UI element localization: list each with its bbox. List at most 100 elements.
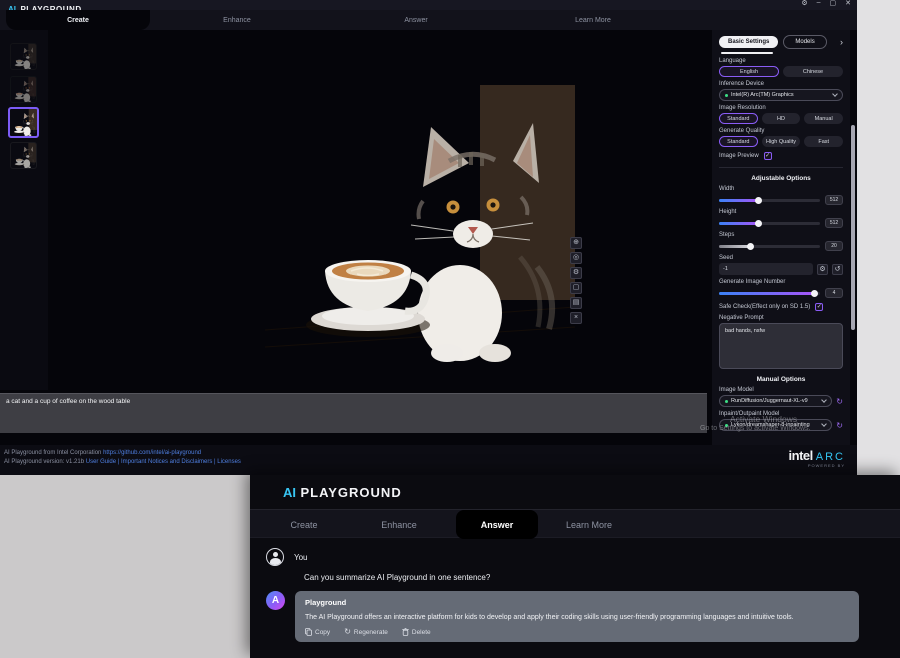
inpaint-model-dropdown[interactable]: Lykon/dreamshaper-8-inpainting	[719, 419, 832, 431]
safe-check-label: Safe Check(Effect only on SD 1.5)	[719, 304, 810, 310]
inpaint-model-label: Inpaint/Outpaint Model	[719, 411, 843, 417]
quality-high-button[interactable]: High Quality	[762, 136, 801, 147]
height-value[interactable]: 512	[825, 218, 843, 228]
inpaint-model-value: Lykon/dreamshaper-8-inpainting	[731, 422, 819, 428]
history-rail	[0, 30, 48, 390]
safe-check-checkbox[interactable]: ✓	[815, 303, 823, 311]
save-icon[interactable]: ▤	[570, 297, 582, 309]
params-gear-icon[interactable]: ⚙	[570, 267, 582, 279]
assistant-name: Playground	[305, 598, 849, 607]
chat-tabbar: Create Enhance Answer Learn More	[250, 509, 900, 538]
image-resolution-label: Image Resolution	[719, 105, 843, 111]
chat-tab-create[interactable]: Create	[290, 510, 317, 539]
close-icon[interactable]: ✕	[845, 0, 851, 7]
minimize-icon[interactable]: –	[817, 0, 821, 7]
quality-fast-button[interactable]: Fast	[804, 136, 843, 147]
inference-device-dropdown[interactable]: Intel(R) Arc(TM) Graphics	[719, 89, 843, 101]
settings-gear-icon[interactable]: ⚙	[801, 0, 807, 7]
chat-tab-answer[interactable]: Answer	[456, 510, 538, 539]
steps-label: Steps	[719, 232, 843, 238]
section-divider	[719, 167, 843, 168]
prompt-text: a cat and a cup of coffee on the wood ta…	[6, 398, 130, 405]
expand-icon[interactable]: ⊕	[570, 237, 582, 249]
quality-standard-button[interactable]: Standard	[719, 136, 758, 147]
panel-scrollbar[interactable]	[851, 125, 855, 330]
steps-value[interactable]: 20	[825, 241, 843, 251]
github-link[interactable]: https://github.com/intel/ai-playground	[103, 450, 201, 456]
device-status-dot	[725, 94, 728, 97]
generate-quality-label: Generate Quality	[719, 128, 843, 134]
height-slider-thumb[interactable]	[755, 220, 762, 227]
seed-label: Seed	[719, 255, 843, 261]
generate-image-number-thumb[interactable]	[811, 290, 818, 297]
powered-by-label: POWERED BY	[789, 463, 845, 468]
height-slider[interactable]	[719, 222, 820, 225]
app-title: AI PLAYGROUND	[8, 0, 82, 10]
footer-links[interactable]: User Guide | Important Notices and Discl…	[86, 459, 241, 465]
inpaint-model-refresh-icon[interactable]: ↻	[836, 421, 843, 430]
language-chinese-button[interactable]: Chinese	[783, 66, 843, 77]
generate-image-number-slider[interactable]	[719, 292, 820, 295]
chat-tab-learn-more[interactable]: Learn More	[566, 510, 612, 539]
resolution-standard-button[interactable]: Standard	[719, 113, 758, 124]
history-thumbnail-1[interactable]	[10, 43, 37, 70]
language-english-button[interactable]: English	[719, 66, 779, 77]
negative-prompt-input[interactable]: bad hands, nsfw	[719, 323, 843, 369]
model-status-dot	[725, 400, 728, 403]
width-slider[interactable]	[719, 199, 820, 202]
steps-slider-thumb[interactable]	[747, 243, 754, 250]
user-avatar-head	[273, 552, 278, 557]
seed-random-gear-icon[interactable]: ⚙	[817, 264, 828, 275]
active-tab-underline	[721, 52, 773, 54]
width-slider-thumb[interactable]	[755, 197, 762, 204]
seed-input[interactable]: -1	[719, 263, 813, 275]
panel-collapse-chevron-icon[interactable]: ›	[840, 37, 843, 47]
compare-icon[interactable]: ◎	[570, 252, 582, 264]
titlebar: AI PLAYGROUND ⚙ – ▢ ✕	[0, 0, 857, 10]
window-controls: ⚙ – ▢ ✕	[801, 0, 851, 7]
width-value[interactable]: 512	[825, 195, 843, 205]
image-model-refresh-icon[interactable]: ↻	[836, 397, 843, 406]
copy-icon	[305, 628, 312, 636]
chat-body: You Can you summarize AI Playground in o…	[250, 538, 900, 642]
seed-reset-undo-icon[interactable]: ↺	[832, 264, 843, 275]
maximize-icon[interactable]: ▢	[830, 0, 837, 7]
regenerate-label: Regenerate	[354, 629, 388, 636]
copy-button[interactable]: Copy	[305, 628, 330, 636]
tab-basic-settings[interactable]: Basic Settings	[719, 36, 778, 48]
width-label: Width	[719, 186, 843, 192]
chevron-down-icon	[821, 421, 827, 427]
generate-image-number-value[interactable]: 4	[825, 288, 843, 298]
generate-image-number-label: Generate Image Number	[719, 279, 843, 285]
regenerate-icon: ↻	[344, 629, 351, 635]
delete-button[interactable]: Delete	[402, 628, 431, 636]
image-model-dropdown[interactable]: RunDiffusion/Juggernaut-XL-v9	[719, 395, 832, 407]
tab-enhance[interactable]: Enhance	[223, 10, 251, 30]
delete-icon[interactable]: ×	[570, 312, 582, 324]
prompt-input[interactable]: a cat and a cup of coffee on the wood ta…	[0, 393, 707, 433]
tab-answer[interactable]: Answer	[404, 10, 427, 30]
frame-icon[interactable]: ▢	[570, 282, 582, 294]
history-thumbnail-4[interactable]	[10, 142, 37, 169]
tab-create[interactable]: Create	[6, 10, 150, 30]
chat-tab-enhance[interactable]: Enhance	[381, 510, 417, 539]
desktop-background	[857, 0, 900, 475]
history-thumbnail-2[interactable]	[10, 76, 37, 103]
resolution-manual-button[interactable]: Manual	[804, 113, 843, 124]
image-model-label: Image Model	[719, 387, 843, 393]
tab-models[interactable]: Models	[783, 35, 826, 49]
image-toolbar: ⊕ ◎ ⚙ ▢ ▤ ×	[570, 237, 582, 324]
tab-learn-more[interactable]: Learn More	[575, 10, 611, 30]
footer-version-text: AI Playground version: v1.21b	[4, 459, 84, 465]
steps-slider[interactable]	[719, 245, 820, 248]
history-thumbnail-3-selected[interactable]	[8, 107, 39, 138]
image-model-value: RunDiffusion/Juggernaut-XL-v9	[731, 398, 819, 404]
image-preview-checkbox[interactable]: ✓	[764, 152, 772, 160]
delete-label: Delete	[412, 629, 431, 636]
negative-prompt-label: Negative Prompt	[719, 315, 843, 321]
regenerate-button[interactable]: ↻ Regenerate	[344, 629, 388, 636]
generated-image-cat-coffee[interactable]	[265, 85, 575, 362]
arc-wordmark: ARC	[816, 451, 845, 463]
resolution-hd-button[interactable]: HD	[762, 113, 801, 124]
manual-options-title: Manual Options	[719, 376, 843, 383]
